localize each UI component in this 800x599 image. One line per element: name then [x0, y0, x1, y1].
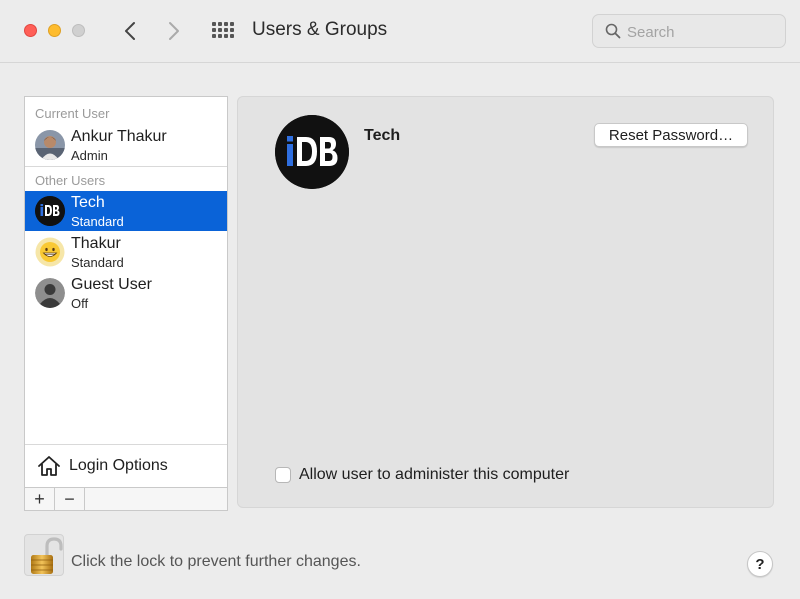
toolbar: Users & Groups	[0, 0, 800, 63]
search-input[interactable]	[627, 21, 777, 43]
login-options-item[interactable]: Login Options	[25, 445, 227, 487]
photo-avatar-icon	[35, 130, 65, 160]
user-name: Tech	[71, 194, 105, 211]
user-row-guest-user[interactable]: Guest User Off	[25, 273, 227, 313]
current-user-heading: Current User	[35, 106, 110, 121]
unlocked-padlock-icon	[31, 537, 63, 574]
add-user-button[interactable]: +	[25, 488, 55, 511]
user-role: Standard	[71, 214, 124, 229]
divider	[25, 166, 227, 167]
show-all-grid-button[interactable]	[210, 20, 234, 42]
generic-person-avatar-icon	[35, 278, 65, 308]
window-title: Users & Groups	[252, 19, 388, 40]
search-field[interactable]	[592, 14, 786, 48]
user-role: Admin	[71, 148, 108, 163]
lock-status-message: Click the lock to prevent further change…	[71, 553, 361, 570]
other-users-heading: Other Users	[35, 173, 106, 188]
selected-user-name: Tech	[364, 127, 401, 144]
chevron-left-icon	[125, 22, 135, 40]
zoom-window-button[interactable]	[72, 24, 85, 37]
user-name: Guest User	[71, 276, 152, 293]
user-role: Standard	[71, 255, 124, 270]
user-row-ankur-thakur[interactable]: Ankur Thakur Admin	[25, 125, 227, 165]
idb-logo-avatar-icon	[35, 196, 65, 226]
user-name: Ankur Thakur	[71, 128, 167, 145]
back-button[interactable]	[118, 18, 142, 44]
forward-button[interactable]	[162, 18, 186, 44]
chevron-right-icon	[169, 22, 179, 40]
login-options-label: Login Options	[69, 457, 168, 474]
users-sidebar: Current User Ankur Thakur Admin Other Us…	[24, 96, 228, 511]
grinning-emoji-avatar-icon	[35, 237, 65, 267]
idb-logo-avatar-large-icon[interactable]	[275, 115, 349, 189]
user-name: Thakur	[71, 235, 121, 252]
users-groups-window: Users & Groups Current User Ankur Tha	[0, 0, 800, 599]
user-row-thakur[interactable]: Thakur Standard	[25, 232, 227, 272]
user-role: Off	[71, 296, 89, 311]
allow-admin-checkbox[interactable]	[275, 467, 291, 483]
house-icon	[38, 456, 60, 476]
user-row-tech[interactable]: Tech Standard	[25, 191, 227, 231]
add-remove-bar: + −	[25, 487, 227, 511]
allow-admin-label: Allow user to administer this computer	[299, 466, 570, 483]
minimize-window-button[interactable]	[48, 24, 61, 37]
user-detail-panel: Tech Reset Password… Allow user to admin…	[237, 96, 774, 508]
reset-password-button[interactable]: Reset Password…	[594, 123, 748, 147]
help-button[interactable]: ?	[747, 551, 773, 577]
search-icon	[605, 23, 621, 39]
remove-user-button[interactable]: −	[55, 488, 85, 511]
close-window-button[interactable]	[24, 24, 37, 37]
lock-button[interactable]	[24, 534, 64, 576]
